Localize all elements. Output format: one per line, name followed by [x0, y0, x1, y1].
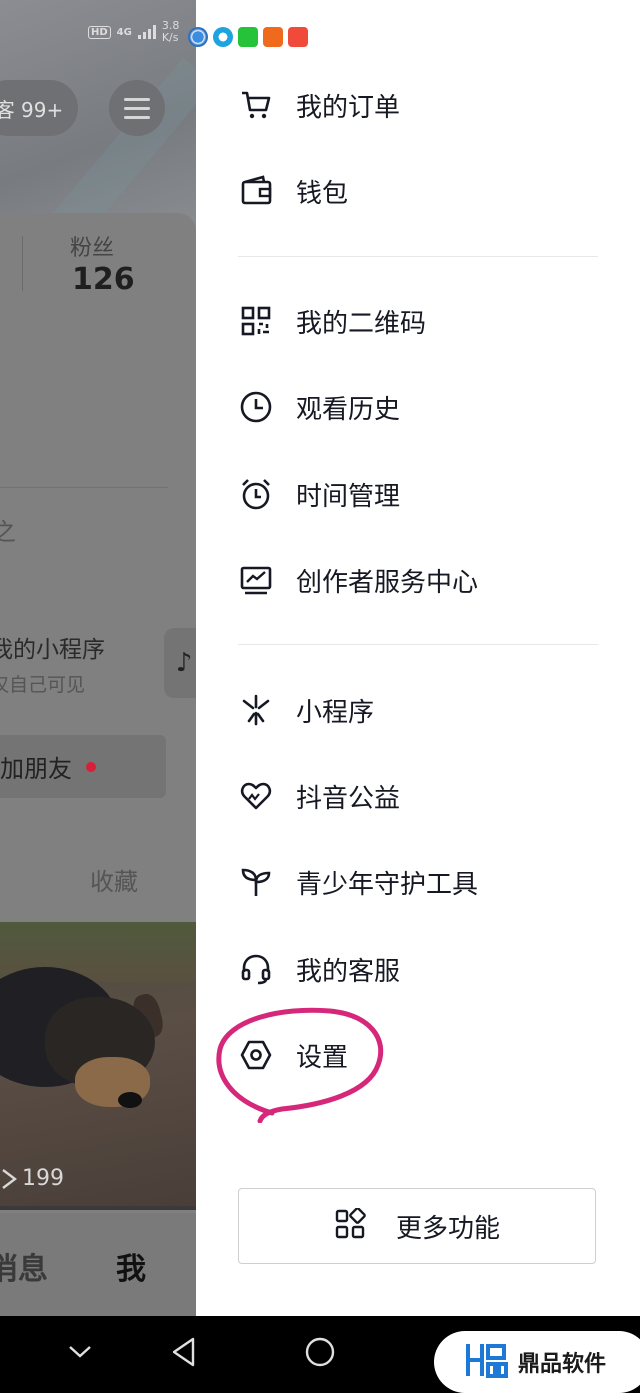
network-type: 4G [116, 26, 132, 38]
menu-label: 抖音公益 [296, 783, 401, 814]
home-circle-icon[interactable] [302, 1334, 338, 1370]
cart-icon [238, 87, 274, 123]
visitor-badge[interactable]: 客 99+ [0, 80, 78, 136]
network-speed: 3.8 K/s [162, 20, 180, 44]
menu-item-history[interactable]: 观看历史 [238, 377, 598, 437]
more-features-button[interactable]: 更多功能 [238, 1188, 596, 1264]
messenger-app-icon [213, 27, 233, 47]
play-count-value: 199 [22, 1166, 64, 1191]
clock-icon [238, 389, 274, 425]
monitor-chart-icon [238, 562, 274, 598]
menu-label: 我的二维码 [296, 308, 427, 339]
notification-icons [188, 27, 308, 47]
menu-label: 观看历史 [296, 394, 401, 425]
wallet-icon [238, 173, 274, 209]
taobao-app-icon [288, 27, 308, 47]
stat-divider [22, 236, 23, 291]
menu-item-mini-programs[interactable]: 小程序 [238, 680, 598, 740]
thumbnail-divider [0, 1206, 196, 1210]
charity-heart-icon [238, 778, 274, 814]
mini-program-title[interactable]: 我的小程序 [0, 630, 105, 664]
fans-label: 粉丝 [70, 236, 115, 261]
signal-icon [137, 25, 156, 39]
tab-favorites[interactable]: 收藏 [90, 862, 138, 897]
menu-label: 我的订单 [296, 92, 401, 123]
mini-program-subtitle: 仅自己可见 [0, 674, 86, 696]
menu-divider [238, 256, 598, 257]
iqiyi-app-icon [238, 27, 258, 47]
watermark-text: 鼎品软件 [518, 1352, 607, 1377]
collapse-down-icon[interactable] [62, 1334, 98, 1370]
headset-icon [238, 951, 274, 987]
hd-indicator: HD [88, 25, 111, 39]
nav-messages[interactable]: 消息 [0, 1244, 48, 1288]
section-symbol: 之 [0, 518, 16, 546]
app-screen: HD 4G 3.8 K/s 客 99+ 粉丝 126 之 我的小程序 仅自己可见… [0, 0, 640, 1316]
mini-program-icon [238, 692, 274, 728]
browser-app-icon [188, 27, 208, 47]
menu-divider [238, 644, 598, 645]
add-friend-button[interactable]: 加朋友 [0, 735, 166, 798]
section-divider [0, 487, 168, 488]
profile-background-overlay[interactable]: HD 4G 3.8 K/s 客 99+ 粉丝 126 之 我的小程序 仅自己可见… [0, 0, 196, 1316]
menu-item-creator-center[interactable]: 创作者服务中心 [238, 550, 598, 610]
grid-apps-icon [334, 1207, 366, 1244]
status-bar-left: HD 4G 3.8 K/s [88, 20, 179, 44]
play-icon [2, 1168, 17, 1189]
menu-item-time-management[interactable]: 时间管理 [238, 464, 598, 524]
notification-dot [86, 761, 96, 772]
menu-label: 设置 [296, 1042, 349, 1073]
menu-item-customer-service[interactable]: 我的客服 [238, 939, 598, 999]
menu-item-settings[interactable]: 设置 [238, 1025, 598, 1085]
menu-label: 我的客服 [296, 956, 401, 987]
menu-label: 钱包 [296, 178, 349, 209]
play-count: 199 [0, 1166, 64, 1191]
kuaishou-app-icon [263, 27, 283, 47]
nav-me[interactable]: 我 [116, 1244, 146, 1288]
alarm-icon [238, 476, 274, 512]
menu-label: 创作者服务中心 [296, 567, 479, 598]
video-thumbnail[interactable] [0, 922, 196, 1207]
menu-label: 青少年守护工具 [296, 869, 479, 900]
hamburger-menu-icon[interactable] [109, 80, 165, 136]
menu-item-qrcode[interactable]: 我的二维码 [238, 291, 598, 351]
add-friend-label: 加朋友 [0, 755, 72, 783]
back-triangle-icon[interactable] [166, 1334, 202, 1370]
more-features-label: 更多功能 [395, 1213, 500, 1244]
watermark-logo-icon [464, 1340, 508, 1384]
qrcode-icon [238, 303, 274, 339]
watermark-badge: 鼎品软件 [434, 1331, 640, 1393]
music-note-icon[interactable]: ♪ [164, 628, 196, 698]
settings-hexagon-icon [238, 1037, 274, 1073]
menu-item-wallet[interactable]: 钱包 [238, 161, 598, 221]
menu-item-orders[interactable]: 我的订单 [238, 75, 598, 135]
speed-unit: K/s [161, 31, 179, 44]
menu-label: 时间管理 [296, 481, 401, 512]
menu-item-teen-protection[interactable]: 青少年守护工具 [238, 852, 598, 912]
menu-label: 小程序 [296, 697, 375, 728]
fans-count[interactable]: 126 [72, 262, 135, 297]
sprout-icon [238, 864, 274, 900]
menu-item-charity[interactable]: 抖音公益 [238, 766, 598, 826]
